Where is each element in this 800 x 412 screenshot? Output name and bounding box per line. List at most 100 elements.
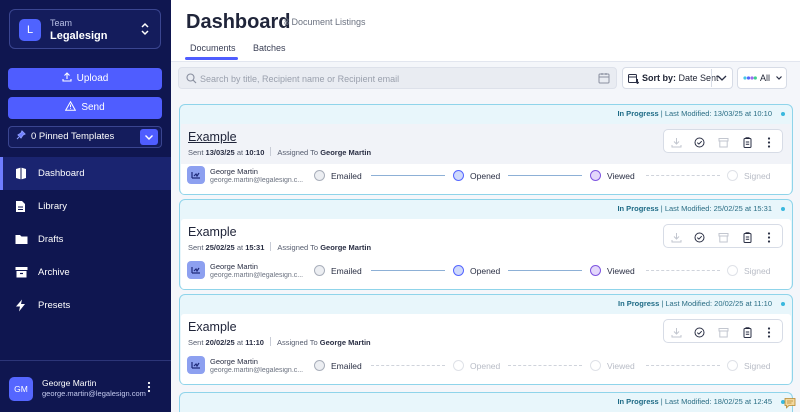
- more-vertical-icon[interactable]: [147, 381, 151, 393]
- active-tab-indicator: [185, 57, 238, 60]
- check-circle-icon[interactable]: [694, 135, 705, 153]
- sidebar-item-drafts[interactable]: Drafts: [0, 223, 171, 256]
- opened-icon: [453, 265, 464, 276]
- archive-icon[interactable]: [718, 230, 729, 248]
- step-opened: Opened: [470, 266, 501, 276]
- download-icon[interactable]: [671, 135, 682, 153]
- upload-label: Upload: [76, 73, 109, 84]
- assigned-to: George Martin: [320, 148, 372, 157]
- archive-icon[interactable]: [718, 325, 729, 343]
- progress-line: [508, 365, 582, 366]
- step-emailed: Emailed: [331, 361, 362, 371]
- lightning-icon: [16, 299, 25, 312]
- sidebar-item-label: Library: [38, 201, 68, 212]
- document-card[interactable]: In Progress | Last Modified: 20/02/25 at…: [179, 294, 793, 385]
- recipient-avatar: [187, 261, 205, 279]
- sidebar-item-label: Presets: [38, 300, 71, 311]
- document-card[interactable]: In Progress | Last Modified: 18/02/25 at…: [179, 392, 793, 412]
- viewed-icon: [590, 170, 601, 181]
- recipient-email: george.martin@legalesign.c...: [210, 177, 304, 184]
- sidebar-item-label: Dashboard: [38, 168, 85, 179]
- assigned-to: George Martin: [319, 338, 371, 347]
- card-body: Example Sent 13/03/25 at 10:10 Assigned T…: [181, 124, 791, 194]
- download-icon[interactable]: [671, 325, 682, 343]
- recipient-name: George Martin: [210, 262, 258, 271]
- sidebar-nav: Dashboard Library Drafts Archive Presets: [0, 157, 171, 322]
- document-meta: Sent 13/03/25 at 10:10 Assigned To George…: [188, 147, 371, 157]
- check-circle-icon[interactable]: [694, 325, 705, 343]
- sidebar-item-library[interactable]: Library: [0, 190, 171, 223]
- card-status: In Progress | Last Modified: 18/02/25 at…: [617, 397, 772, 406]
- team-switcher[interactable]: L Team Legalesign: [9, 9, 161, 49]
- sort-dropdown-button[interactable]: [711, 69, 731, 87]
- search-input[interactable]: [200, 71, 590, 86]
- user-name: George Martin: [42, 378, 97, 388]
- assigned-label: Assigned To: [277, 243, 319, 252]
- card-actions: [663, 319, 783, 343]
- chevron-down-icon: [145, 135, 153, 140]
- document-title-link[interactable]: Example: [188, 320, 237, 334]
- user-signature-icon: [191, 172, 200, 179]
- opened-icon: [453, 360, 464, 371]
- document-title-link[interactable]: Example: [188, 130, 237, 144]
- card-body: Example Sent 25/02/25 at 15:31 Assigned T…: [181, 219, 791, 289]
- card-actions: [663, 129, 783, 153]
- progress-line: [508, 270, 582, 271]
- team-logo: L: [19, 19, 41, 41]
- user-profile[interactable]: GM George Martin george.martin@legalesig…: [0, 360, 171, 412]
- pinned-dropdown-button[interactable]: [140, 129, 158, 145]
- status-filter[interactable]: All: [737, 67, 787, 89]
- card-header-row: Example Sent 20/02/25 at 11:10 Assigned T…: [181, 314, 791, 354]
- sent-label: Sent: [188, 338, 204, 347]
- progress-line: [646, 175, 720, 176]
- tab-batches[interactable]: Batches: [253, 43, 286, 53]
- status-text: In Progress: [617, 397, 659, 406]
- clipboard-icon[interactable]: [742, 325, 753, 343]
- send-button[interactable]: Send: [8, 97, 162, 119]
- status-dot: [781, 112, 785, 116]
- step-signed: Signed: [744, 361, 771, 371]
- upload-button[interactable]: Upload: [8, 68, 162, 90]
- last-modified: Last Modified: 20/02/25 at 11:10: [665, 299, 772, 308]
- sidebar-item-archive[interactable]: Archive: [0, 256, 171, 289]
- send-label: Send: [81, 102, 105, 113]
- document-meta: Sent 20/02/25 at 11:10 Assigned To George…: [188, 337, 371, 347]
- chat-icon[interactable]: [784, 397, 796, 409]
- clipboard-icon[interactable]: [742, 135, 753, 153]
- folder-icon: [15, 235, 28, 244]
- more-vertical-icon[interactable]: [767, 230, 771, 248]
- check-circle-icon[interactable]: [694, 230, 705, 248]
- download-icon[interactable]: [671, 230, 682, 248]
- assigned-label: Assigned To: [276, 338, 318, 347]
- sidebar-item-dashboard[interactable]: Dashboard: [0, 157, 171, 190]
- clipboard-icon[interactable]: [742, 230, 753, 248]
- document-card[interactable]: In Progress | Last Modified: 13/03/25 at…: [179, 104, 793, 195]
- card-status: In Progress | Last Modified: 13/03/25 at…: [617, 109, 772, 118]
- pinned-templates[interactable]: 0 Pinned Templates: [8, 126, 162, 148]
- step-emailed: Emailed: [331, 171, 362, 181]
- progress-line: [371, 270, 445, 271]
- status-text: In Progress: [617, 204, 659, 213]
- sent-time: 15:31: [245, 243, 265, 252]
- user-email: george.martin@legalesign.com: [42, 389, 146, 398]
- step-emailed: Emailed: [331, 266, 362, 276]
- sort-select[interactable]: Sort by: Date Sent: [622, 67, 733, 89]
- status-text: In Progress: [617, 109, 659, 118]
- archive-icon[interactable]: [718, 135, 729, 153]
- team-name: Legalesign: [50, 30, 108, 42]
- more-vertical-icon[interactable]: [767, 325, 771, 343]
- progress-line: [646, 270, 720, 271]
- chevron-down-icon: [776, 76, 782, 80]
- viewed-icon: [590, 360, 601, 371]
- status-dot: [781, 302, 785, 306]
- tab-documents[interactable]: Documents: [190, 43, 236, 53]
- calendar-icon[interactable]: [598, 72, 610, 84]
- recipient-email: george.martin@legalesign.c...: [210, 272, 304, 279]
- sidebar-item-presets[interactable]: Presets: [0, 289, 171, 322]
- document-card[interactable]: In Progress | Last Modified: 25/02/25 at…: [179, 199, 793, 290]
- document-meta: Sent 25/02/25 at 15:31 Assigned To George…: [188, 242, 371, 252]
- user-signature-icon: [191, 267, 200, 274]
- more-vertical-icon[interactable]: [767, 135, 771, 153]
- document-title-link[interactable]: Example: [188, 225, 237, 239]
- progress-line: [371, 175, 445, 176]
